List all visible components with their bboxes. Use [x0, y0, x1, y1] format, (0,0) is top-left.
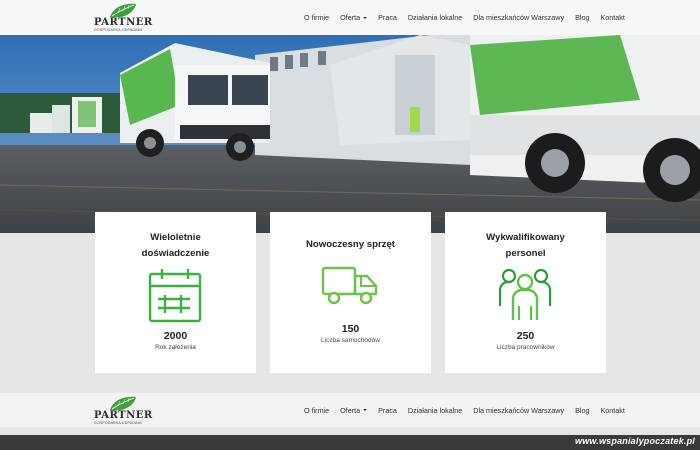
feature-value: 150: [341, 323, 360, 335]
top-navbar: PARTNER GOSPODARKA ODPADAMI O firmie Ofe…: [0, 0, 700, 35]
feature-value: 2000: [163, 330, 188, 342]
feature-label: Rok założenia: [155, 344, 196, 351]
nav-kontakt[interactable]: Kontakt: [600, 13, 624, 22]
main-menu: O firmie Oferta Praca Działania lokalne …: [293, 0, 625, 35]
nav-praca[interactable]: Praca: [378, 406, 397, 415]
logo-text: PARTNER: [94, 410, 153, 421]
sticky-menu: O firmie Oferta Praca Działania lokalne …: [293, 393, 625, 427]
feature-label: Liczba pracowników: [496, 344, 555, 351]
nav-o-firmie[interactable]: O firmie: [304, 13, 329, 22]
nav-blog[interactable]: Blog: [575, 13, 589, 22]
nav-dzialania-lokalne[interactable]: Działania lokalne: [408, 406, 462, 415]
logo-subtitle: GOSPODARKA ODPADAMI: [94, 421, 142, 425]
bottom-bar: www.wspanialypoczatek.pl: [0, 435, 700, 450]
people-icon: [498, 268, 552, 320]
feature-title: Wykwalifikowany personel: [486, 232, 565, 259]
nav-praca[interactable]: Praca: [378, 13, 397, 22]
logo-text: PARTNER: [94, 17, 153, 28]
nav-kontakt[interactable]: Kontakt: [600, 406, 624, 415]
nav-dzialania-lokalne[interactable]: Działania lokalne: [408, 13, 462, 22]
hero-image: [0, 35, 700, 233]
feature-value: 250: [516, 330, 535, 342]
nav-o-firmie[interactable]: O firmie: [304, 406, 329, 415]
feature-card-equipment: Nowoczesny sprzęt 150 Liczba samochodów: [270, 212, 431, 373]
hero-trucks-illustration: [0, 35, 700, 233]
sticky-navbar: PARTNER GOSPODARKA ODPADAMI O firmie Ofe…: [0, 393, 700, 427]
feature-card-experience: Wieloletnie doświadczenie 2000 Rok założ…: [95, 212, 256, 373]
nav-dla-mieszkancow[interactable]: Dla mieszkańców Warszawy: [473, 13, 564, 22]
watermark-text: www.wspanialypoczatek.pl: [575, 436, 695, 446]
calendar-icon: [148, 269, 202, 323]
nav-dla-mieszkancow[interactable]: Dla mieszkańców Warszawy: [473, 406, 564, 415]
caret-down-icon: [363, 409, 368, 411]
caret-down-icon: [363, 16, 368, 19]
logo[interactable]: PARTNER GOSPODARKA ODPADAMI: [92, 3, 154, 33]
feature-card-staff: Wykwalifikowany personel 250 Liczba prac…: [445, 212, 606, 373]
truck-icon: [321, 266, 378, 305]
feature-label: Liczba samochodów: [321, 337, 380, 344]
logo[interactable]: PARTNER GOSPODARKA ODPADAMI: [92, 396, 154, 426]
logo-subtitle: GOSPODARKA ODPADAMI: [94, 28, 142, 32]
nav-oferta[interactable]: Oferta: [340, 13, 368, 22]
feature-title: Wieloletnie doświadczenie: [141, 232, 210, 259]
nav-oferta[interactable]: Oferta: [340, 406, 368, 415]
nav-blog[interactable]: Blog: [575, 406, 589, 415]
feature-title: Nowoczesny sprzęt: [305, 239, 396, 250]
